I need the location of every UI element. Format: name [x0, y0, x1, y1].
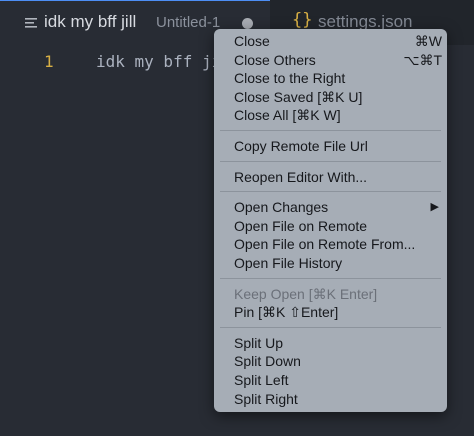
menu-item-open-changes[interactable]: Open Changes ▶ — [214, 198, 447, 217]
menu-item-close-all[interactable]: Close All [⌘K W] — [214, 106, 447, 125]
menu-lines-icon — [25, 18, 37, 28]
menu-item-split-down[interactable]: Split Down — [214, 352, 447, 371]
menu-item-open-file-on-remote-from[interactable]: Open File on Remote From... — [214, 235, 447, 254]
submenu-arrow-icon: ▶ — [430, 201, 439, 214]
unsaved-dot-icon[interactable] — [242, 18, 253, 29]
tab-title: idk my bff jill — [44, 12, 137, 31]
line-number: 1 — [44, 52, 54, 71]
menu-separator — [220, 129, 441, 131]
menu-item-keep-open: Keep Open [⌘K Enter] — [234, 285, 378, 302]
menu-separator — [220, 191, 441, 193]
menu-item-split-left[interactable]: Split Left — [214, 371, 447, 390]
menu-item-close[interactable]: Close ⌘W — [214, 32, 447, 51]
tab-context-menu: Close ⌘W Close Others ⌥⌘T Close to the R… — [214, 29, 447, 412]
shortcut-label: ⌥⌘T — [403, 51, 442, 68]
menu-item-split-right[interactable]: Split Right — [214, 390, 447, 409]
menu-item-close-saved[interactable]: Close Saved [⌘K U] — [214, 88, 447, 107]
menu-item-pin[interactable]: Pin [⌘K ⇧Enter] — [214, 303, 447, 322]
shortcut-label: ⌘W — [414, 33, 442, 49]
menu-separator — [220, 277, 441, 279]
menu-separator — [220, 326, 441, 328]
menu-item-reopen-editor-with[interactable]: Reopen Editor With... — [214, 168, 447, 187]
menu-separator — [220, 160, 441, 162]
menu-item-open-file-history[interactable]: Open File History — [214, 254, 447, 273]
menu-item-close-to-the-right[interactable]: Close to the Right — [214, 69, 447, 88]
tab-description: Untitled-1 — [156, 14, 221, 31]
menu-item-split-up[interactable]: Split Up — [214, 334, 447, 353]
menu-item-close-others[interactable]: Close Others ⌥⌘T — [214, 51, 447, 70]
braces-icon: {} — [292, 10, 313, 30]
menu-item-open-file-on-remote[interactable]: Open File on Remote — [214, 217, 447, 236]
menu-item-copy-remote-file-url[interactable]: Copy Remote File Url — [214, 137, 447, 156]
